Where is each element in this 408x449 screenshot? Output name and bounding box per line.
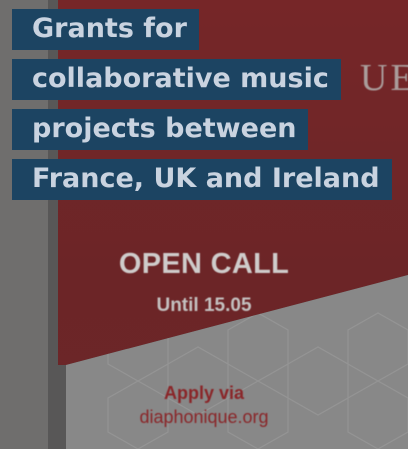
headline-line-text: collaborative music	[12, 59, 341, 100]
open-call-title: OPEN CALL	[118, 248, 290, 280]
grant-promo-card[interactable]: UE OPEN CALL Until 15.05 Apply via diaph…	[0, 0, 408, 449]
headline-line: collaborative music	[12, 54, 392, 104]
apply-via-label: Apply via	[163, 383, 245, 403]
open-call-deadline: Until 15.05	[156, 295, 252, 316]
apply-site-text: diaphonique.org	[139, 407, 269, 427]
headline-line: France, UK and Ireland	[12, 154, 392, 204]
headline-line-text: France, UK and Ireland	[12, 159, 392, 200]
headline-line: projects between	[12, 104, 392, 154]
headline-line-text: projects between	[12, 109, 309, 150]
headline-line-text: Grants for	[12, 9, 199, 50]
headline-line: Grants for	[12, 4, 392, 54]
headline[interactable]: Grants for collaborative music projects …	[12, 4, 392, 204]
